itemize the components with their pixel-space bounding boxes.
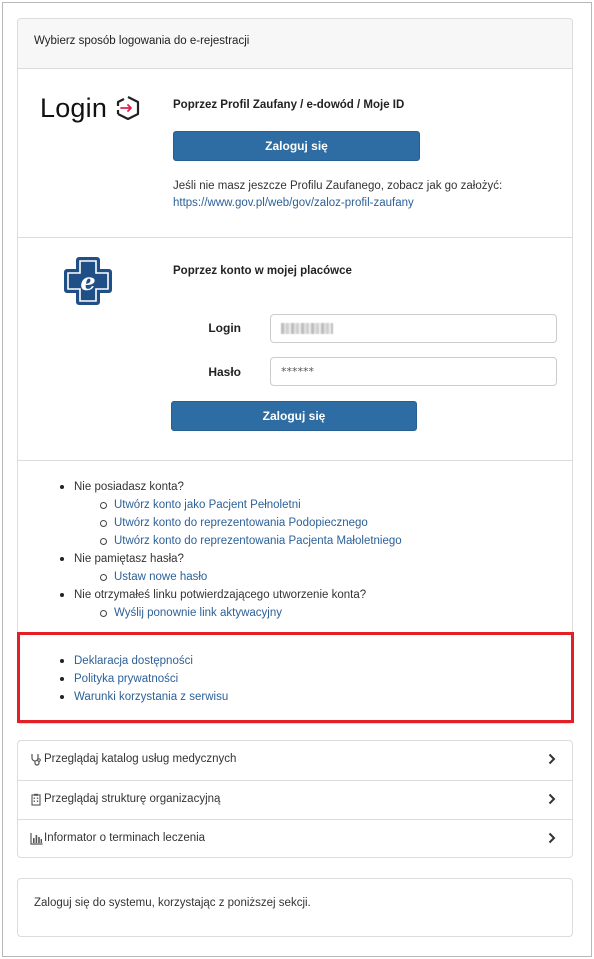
profil-help-text: Jeśli nie masz jeszcze Profilu Zaufanego…: [173, 180, 503, 192]
list-item: Utwórz konto do reprezentowania Podopiec…: [58, 514, 402, 532]
forgot-password-text: Nie pamiętasz hasła?: [74, 553, 184, 565]
nav-item-label: Informator o terminach leczenia: [44, 832, 206, 844]
nav-list: Przeglądaj katalog usług medycznych Prze…: [17, 740, 573, 858]
placowka-login-button[interactable]: Zaloguj się: [171, 401, 417, 431]
login-logo-text: Login: [40, 93, 108, 123]
resend-activation-link[interactable]: Wyślij ponownie link aktywacyjny: [114, 607, 282, 619]
list-item: Nie pamiętasz hasła?: [58, 550, 402, 568]
bar-chart-icon: [30, 832, 44, 845]
set-new-password-link[interactable]: Ustaw nowe hasło: [114, 571, 207, 583]
list-item: Ustaw nowe hasło: [58, 568, 402, 586]
nav-item-label: Przeglądaj strukturę organizacyjną: [44, 793, 221, 805]
profil-help-link[interactable]: https://www.gov.pl/web/gov/zaloz-profil-…: [173, 197, 414, 209]
create-ward-account-link[interactable]: Utwórz konto do reprezentowania Podopiec…: [114, 517, 368, 529]
chevron-right-icon: [548, 793, 556, 808]
list-item: Nie posiadasz konta?: [58, 478, 402, 496]
login-label: Login: [208, 321, 241, 335]
password-label: Hasło: [208, 365, 241, 379]
profil-help: Jeśli nie masz jeszcze Profilu Zaufanego…: [173, 178, 553, 212]
list-item: Utwórz konto do reprezentowania Pacjenta…: [58, 532, 402, 550]
building-icon: [30, 793, 44, 806]
info-text: Zaloguj się do systemu, korzystając z po…: [34, 897, 311, 909]
svg-text:e: e: [80, 267, 95, 296]
highlight-box: [17, 632, 574, 723]
password-input[interactable]: ******: [270, 357, 557, 386]
create-adult-account-link[interactable]: Utwórz konto jako Pacjent Pełnoletni: [114, 499, 301, 511]
create-minor-account-link[interactable]: Utwórz konto do reprezentowania Pacjenta…: [114, 535, 402, 547]
account-links: Nie posiadasz konta? Utwórz konto jako P…: [58, 478, 402, 622]
login-panel: Wybierz sposób logowania do e-rejestracj…: [17, 18, 573, 724]
section-divider: [18, 460, 572, 461]
stethoscope-icon: [30, 753, 44, 766]
nav-item-treatment-info[interactable]: Informator o terminach leczenia: [18, 819, 572, 858]
list-item: Nie otrzymałeś linku potwierdzającego ut…: [58, 586, 402, 604]
placowka-title: Poprzez konto w mojej placówce: [173, 265, 352, 277]
chevron-right-icon: [548, 832, 556, 847]
e-cross-icon: e: [62, 255, 114, 310]
list-item: Wyślij ponownie link aktywacyjny: [58, 604, 402, 622]
no-account-text: Nie posiadasz konta?: [74, 481, 184, 493]
profil-zaufany-title: Poprzez Profil Zaufany / e-dowód / Moje …: [173, 99, 405, 111]
info-box: Zaloguj się do systemu, korzystając z po…: [17, 878, 573, 937]
nav-item-label: Przeglądaj katalog usług medycznych: [44, 753, 237, 765]
profil-zaufany-login-button[interactable]: Zaloguj się: [173, 131, 420, 161]
no-activation-text: Nie otrzymałeś linku potwierdzającego ut…: [74, 589, 367, 601]
nav-item-org-structure[interactable]: Przeglądaj strukturę organizacyjną: [18, 780, 572, 819]
login-logo: Login: [40, 93, 141, 124]
nav-item-service-catalog[interactable]: Przeglądaj katalog usług medycznych: [18, 741, 572, 780]
panel-heading: Wybierz sposób logowania do e-rejestracj…: [18, 19, 572, 69]
login-input-value: [281, 323, 333, 334]
list-item: Utwórz konto jako Pacjent Pełnoletni: [58, 496, 402, 514]
login-input[interactable]: [270, 314, 557, 343]
chevron-right-icon: [548, 753, 556, 768]
section-divider: [18, 237, 572, 238]
login-arrow-icon: [115, 95, 141, 124]
